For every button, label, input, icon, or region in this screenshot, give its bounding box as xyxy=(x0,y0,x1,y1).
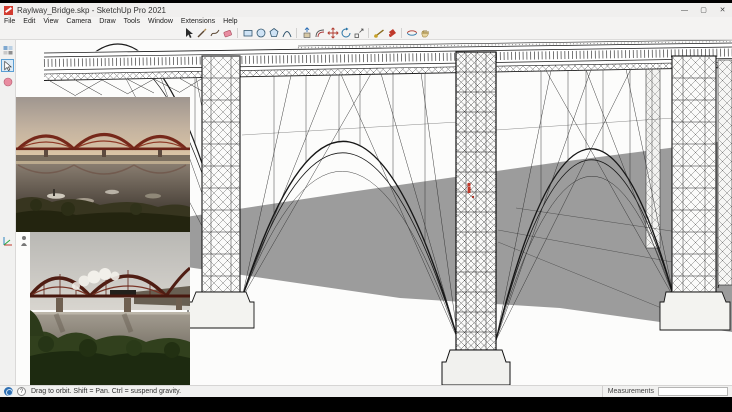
reference-photo-forth-bridge-sunset[interactable] xyxy=(16,97,190,232)
main-toolbar xyxy=(0,26,732,40)
floating-tool-icons xyxy=(2,234,30,246)
geolocation-icon[interactable] xyxy=(4,387,13,396)
menu-extensions[interactable]: Extensions xyxy=(177,17,219,26)
rectangle-tool-button[interactable] xyxy=(241,26,254,39)
menu-help[interactable]: Help xyxy=(219,17,241,26)
toolbar-separator xyxy=(401,27,402,38)
select-tool-button-active[interactable] xyxy=(1,59,14,72)
polygon-tool-button[interactable] xyxy=(267,26,280,39)
styles-tool-button[interactable] xyxy=(1,43,14,56)
menu-edit[interactable]: Edit xyxy=(19,17,39,26)
minimize-button[interactable]: — xyxy=(675,3,694,17)
arc-tool-button[interactable] xyxy=(280,26,293,39)
offset-tool-button[interactable] xyxy=(313,26,326,39)
letterbox-bottom xyxy=(0,397,732,412)
close-button[interactable]: ✕ xyxy=(713,3,732,17)
scale-tool-button[interactable] xyxy=(352,26,365,39)
toolbar-separator xyxy=(237,27,238,38)
maximize-button[interactable]: ▢ xyxy=(694,3,713,17)
measurements-label: Measurements xyxy=(607,388,654,395)
left-toolbar xyxy=(0,40,16,385)
status-hint: Drag to orbit. Shift = Pan. Ctrl = suspe… xyxy=(31,388,182,395)
title-bar: Raylway_Bridge.skp - SketchUp Pro 2021 —… xyxy=(0,3,732,17)
menu-bar: File Edit View Camera Draw Tools Window … xyxy=(0,17,732,26)
menu-window[interactable]: Window xyxy=(144,17,177,26)
sketchup-logo-icon xyxy=(4,5,13,15)
menu-draw[interactable]: Draw xyxy=(95,17,119,26)
person-scale-icon[interactable] xyxy=(18,234,30,246)
paint-bucket-tool-button[interactable] xyxy=(385,26,398,39)
freehand-tool-button[interactable] xyxy=(208,26,221,39)
menu-camera[interactable]: Camera xyxy=(62,17,95,26)
eraser-tool-button[interactable] xyxy=(221,26,234,39)
orbit-tool-button[interactable] xyxy=(405,26,418,39)
toolbar-separator xyxy=(296,27,297,38)
menu-view[interactable]: View xyxy=(39,17,62,26)
reference-photo-forth-bridge-train[interactable] xyxy=(30,232,190,385)
line-tool-button[interactable] xyxy=(195,26,208,39)
pan-tool-button[interactable] xyxy=(418,26,431,39)
rotate-tool-button[interactable] xyxy=(339,26,352,39)
select-tool-button[interactable] xyxy=(182,26,195,39)
circle-tool-button[interactable] xyxy=(254,26,267,39)
toolbar-separator xyxy=(368,27,369,38)
eraser-pink-tool-button[interactable] xyxy=(1,75,14,88)
measurements-input[interactable] xyxy=(658,387,728,396)
push-pull-tool-button[interactable] xyxy=(300,26,313,39)
tape-measure-tool-button[interactable] xyxy=(372,26,385,39)
window-title: Raylway_Bridge.skp - SketchUp Pro 2021 xyxy=(17,5,166,15)
window-controls: — ▢ ✕ xyxy=(675,3,732,17)
menu-file[interactable]: File xyxy=(0,17,19,26)
measurements-pane: Measurements xyxy=(601,386,732,397)
help-icon[interactable]: ? xyxy=(17,387,26,396)
status-bar: ? Drag to orbit. Shift = Pan. Ctrl = sus… xyxy=(0,385,732,397)
menu-tools[interactable]: Tools xyxy=(120,17,144,26)
move-tool-button[interactable] xyxy=(326,26,339,39)
axes-icon[interactable] xyxy=(2,234,14,246)
app-window: Raylway_Bridge.skp - SketchUp Pro 2021 —… xyxy=(0,0,732,412)
